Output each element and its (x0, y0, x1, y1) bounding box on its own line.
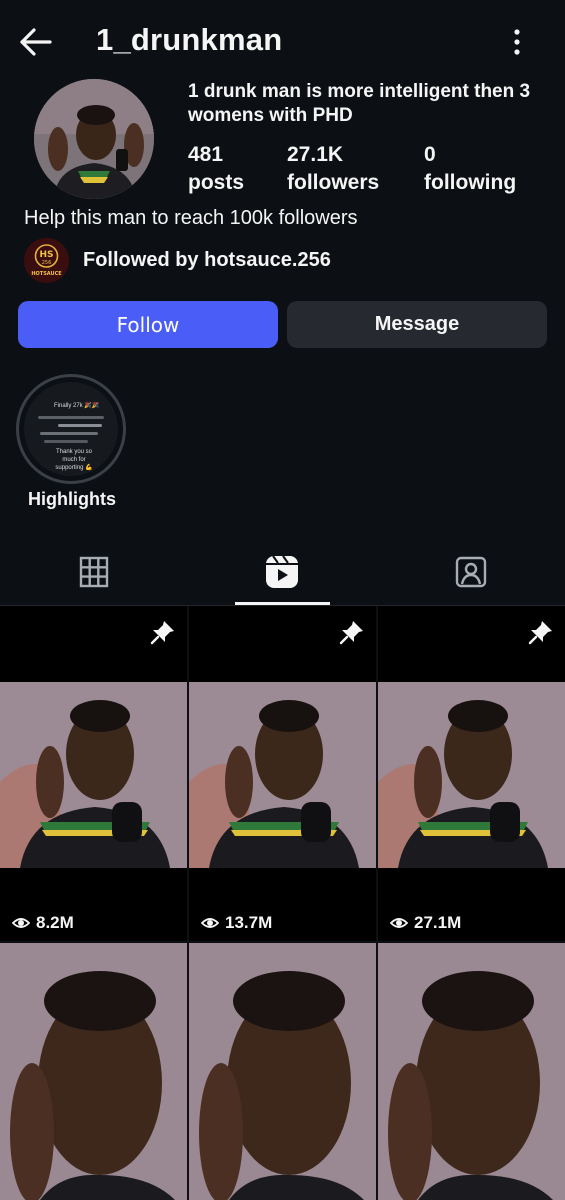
eye-icon (390, 918, 408, 928)
eye-icon (12, 918, 30, 928)
tab-tagged[interactable] (377, 540, 565, 604)
highlight-thumbnail: Finally 27k 🎉🎉 Thank you so much for sup… (24, 382, 118, 476)
stat-followers-label: followers (287, 171, 380, 194)
tab-reels[interactable] (188, 540, 376, 604)
followed-by-avatar: HS 256 HOTSAUCE (24, 237, 69, 283)
profile-bio: Help this man to reach 100k followers (24, 207, 358, 229)
stat-followers[interactable]: 27.1K followers (287, 141, 379, 197)
view-count: 13.7M (201, 913, 272, 933)
profile-username: 1_drunkman (96, 22, 283, 57)
eye-icon (201, 918, 219, 928)
back-button[interactable] (16, 22, 56, 62)
view-count-value: 8.2M (36, 913, 74, 932)
logo-text-bottom: HOTSAUCE (31, 271, 62, 277)
highlight-label: Highlights (28, 489, 116, 509)
reel-tile[interactable] (378, 943, 565, 1200)
reel-tile[interactable]: 13.7M (189, 606, 376, 941)
reel-thumbnail (378, 682, 565, 868)
stat-following[interactable]: 0 following (424, 141, 516, 197)
reel-thumbnail (378, 943, 565, 1200)
reel-tile[interactable] (189, 943, 376, 1200)
reel-thumbnail (0, 682, 187, 868)
follow-button[interactable]: Follow (18, 301, 278, 348)
stat-followers-value: 27.1K (287, 143, 344, 166)
reel-tile[interactable] (0, 943, 187, 1200)
pin-icon (528, 621, 552, 645)
highlight-preview-line (40, 432, 98, 435)
pin-icon (339, 621, 363, 645)
pin-icon (150, 621, 174, 645)
view-count: 27.1M (390, 913, 461, 933)
logo-text-mid: 256 (42, 260, 52, 266)
highlight-preview-top-text: Finally 27k 🎉🎉 (54, 403, 100, 409)
reel-thumbnail (0, 943, 187, 1200)
reels-icon (266, 555, 298, 588)
followed-by-row[interactable]: HS 256 HOTSAUCE Followed by hotsauce.256 (24, 237, 331, 283)
stat-following-value: 0 (424, 143, 436, 166)
arrow-left-icon (20, 28, 52, 56)
stat-following-label: following (424, 171, 517, 194)
tab-grid[interactable] (0, 540, 188, 604)
grid-icon (79, 556, 109, 588)
reel-tile[interactable]: 27.1M (378, 606, 565, 941)
highlight-preview-line (38, 416, 104, 419)
highlight-story[interactable]: Finally 27k 🎉🎉 Thank you so much for sup… (16, 374, 126, 484)
tagged-user-icon (455, 556, 487, 588)
profile-avatar[interactable] (34, 79, 154, 199)
stat-posts-value: 481 (188, 143, 224, 166)
highlight-preview-line (44, 440, 88, 443)
hotsauce-logo: HS 256 HOTSAUCE (24, 237, 69, 283)
stat-posts-label: posts (188, 171, 245, 194)
view-count: 8.2M (12, 913, 74, 933)
profile-title: 1 drunk man is more intelligent then 3 w… (188, 81, 531, 126)
reel-thumbnail (189, 943, 376, 1200)
profile-photo (34, 79, 154, 199)
stat-posts[interactable]: 481 posts (188, 141, 244, 197)
reels-grid: 8.2M 13.7M 27.1M (0, 606, 565, 1200)
reel-thumbnail (189, 682, 376, 868)
highlight-preview-bottom-text: Thank you so much for supporting 💪 (55, 449, 93, 471)
profile-tabs (0, 540, 565, 606)
logo-text-top: HS (39, 250, 53, 260)
view-count-value: 13.7M (225, 913, 273, 932)
more-vertical-icon (514, 29, 520, 55)
view-count-value: 27.1M (414, 913, 462, 932)
top-bar: 1_drunkman (0, 0, 565, 82)
more-options-button[interactable] (502, 26, 532, 58)
highlight-preview-line (58, 424, 102, 427)
reel-tile[interactable]: 8.2M (0, 606, 187, 941)
followed-by-text: Followed by hotsauce.256 (83, 248, 331, 271)
message-button[interactable]: Message (287, 301, 547, 348)
